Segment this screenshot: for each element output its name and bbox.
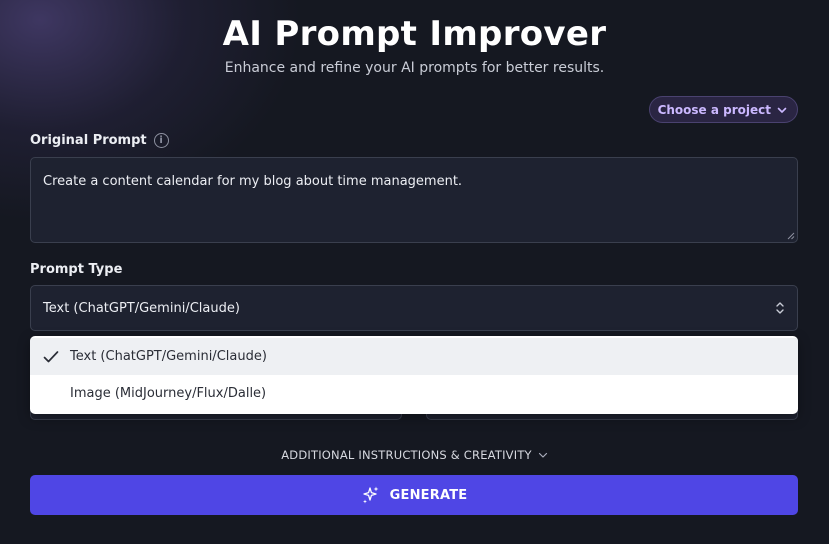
dropdown-option-text[interactable]: Text (ChatGPT/Gemini/Claude) (30, 338, 798, 375)
info-icon[interactable]: i (153, 133, 169, 148)
dropdown-option-image[interactable]: Image (MidJourney/Flux/Dalle) (30, 375, 798, 412)
original-prompt-heading: Original Prompt i (30, 133, 169, 148)
original-prompt-value: Create a content calendar for my blog ab… (43, 174, 463, 189)
prompt-type-label: Prompt Type (30, 262, 123, 277)
page-subtitle: Enhance and refine your AI prompts for b… (224, 60, 605, 76)
choose-project-button[interactable]: Choose a project (648, 96, 798, 123)
additional-instructions-label: ADDITIONAL INSTRUCTIONS & CREATIVITY (281, 448, 532, 462)
prompt-type-heading: Prompt Type (30, 262, 122, 277)
generate-button[interactable]: GENERATE (30, 475, 798, 515)
prompt-type-selected-value: Text (ChatGPT/Gemini/Claude) (43, 300, 240, 316)
original-prompt-label: Original Prompt (30, 133, 147, 148)
generate-label: GENERATE (389, 487, 468, 503)
dropdown-option-label: Text (ChatGPT/Gemini/Claude) (70, 349, 267, 364)
original-prompt-textarea[interactable]: Create a content calendar for my blog ab… (30, 157, 798, 243)
resize-handle-icon[interactable] (787, 232, 795, 240)
chevron-down-icon (777, 107, 787, 113)
choose-project-label: Choose a project (657, 102, 771, 117)
chevron-down-icon (538, 452, 547, 458)
select-arrows-icon (776, 302, 784, 314)
dropdown-option-label: Image (MidJourney/Flux/Dalle) (70, 386, 267, 401)
page: AI Prompt Improver Enhance and refine yo… (0, 0, 829, 544)
prompt-type-select[interactable]: Text (ChatGPT/Gemini/Claude) (30, 285, 798, 331)
sparkles-icon (362, 486, 379, 504)
check-icon (43, 351, 59, 363)
prompt-type-dropdown: Text (ChatGPT/Gemini/Claude) Image (MidJ… (30, 336, 798, 414)
page-title: AI Prompt Improver (222, 14, 607, 54)
additional-instructions-toggle[interactable]: ADDITIONAL INSTRUCTIONS & CREATIVITY (0, 448, 829, 462)
